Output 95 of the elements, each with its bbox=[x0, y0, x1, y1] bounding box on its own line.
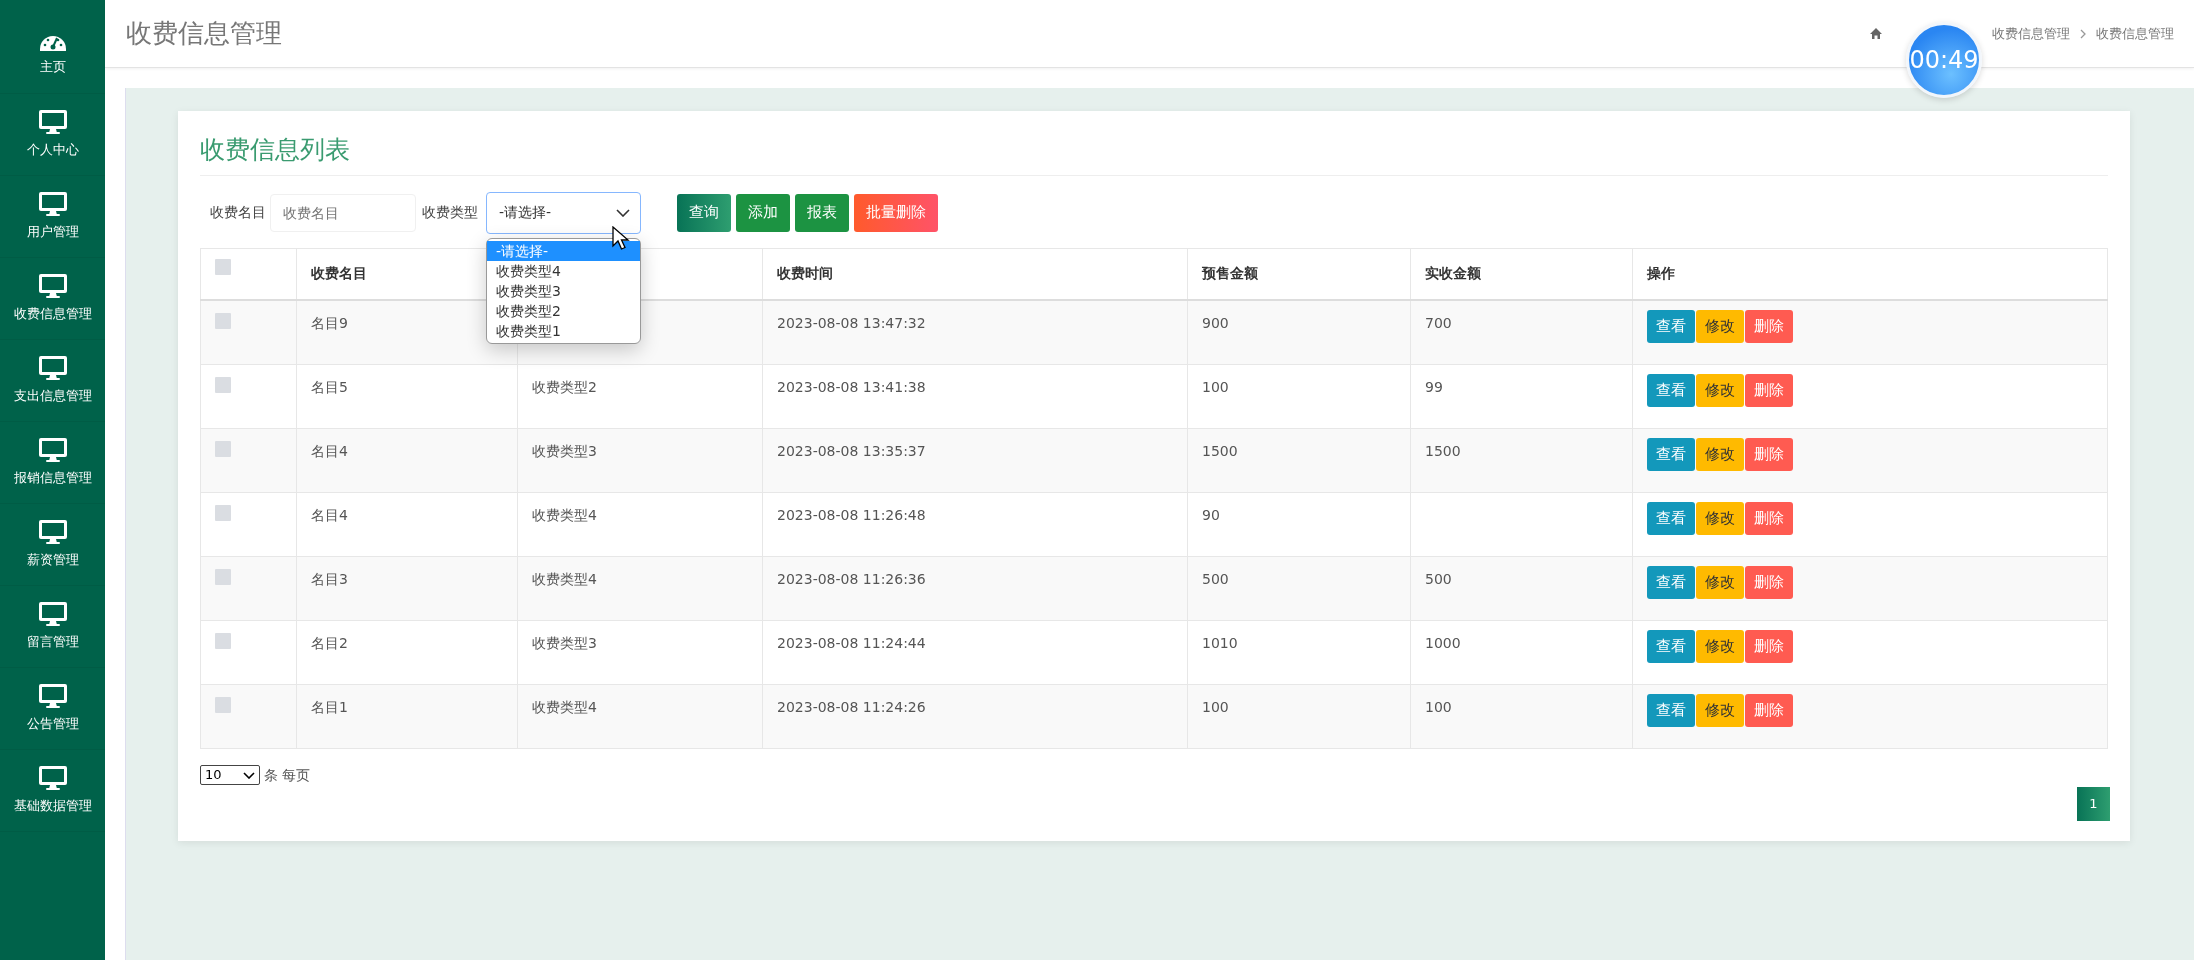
table-cell: 90 bbox=[1202, 506, 1220, 523]
select-field[interactable]: -请选择- bbox=[486, 191, 641, 234]
field-label: 收费类型 bbox=[422, 203, 478, 222]
checkbox[interactable] bbox=[215, 258, 231, 275]
checkbox[interactable] bbox=[215, 504, 231, 521]
table-cell: 500 bbox=[1425, 570, 1452, 587]
sidebar-item[interactable]: 公告管理 bbox=[0, 668, 105, 750]
search-button[interactable]: 查询 bbox=[677, 193, 731, 232]
table-cell: 2023-08-08 13:35:37 bbox=[777, 442, 926, 459]
chevron-icon bbox=[2080, 28, 2086, 39]
column-header: 收费名目 bbox=[311, 265, 367, 282]
sidebar-item[interactable]: 支出信息管理 bbox=[0, 340, 105, 422]
edit-button[interactable]: 修改 bbox=[1696, 629, 1744, 663]
table-cell: 名目5 bbox=[311, 378, 348, 395]
table-cell: 名目4 bbox=[311, 506, 348, 523]
monitor-icon bbox=[38, 273, 67, 298]
page-title: 收费信息管理 bbox=[126, 17, 282, 50]
table-cell: 名目4 bbox=[311, 442, 348, 459]
timer-badge: 00:49 bbox=[1906, 22, 1982, 98]
sidebar-item[interactable]: 基础数据管理 bbox=[0, 750, 105, 832]
table-cell: 100 bbox=[1425, 698, 1452, 715]
checkbox[interactable] bbox=[215, 632, 231, 649]
dropdown-option[interactable]: 收费类型2 bbox=[487, 300, 640, 321]
checkbox[interactable] bbox=[215, 376, 231, 393]
home-icon bbox=[1870, 28, 1882, 39]
table-cell: 收费类型3 bbox=[532, 634, 597, 651]
table-cell: 1010 bbox=[1202, 634, 1238, 651]
checkbox[interactable] bbox=[215, 696, 231, 713]
column-header: 实收金额 bbox=[1425, 265, 1481, 282]
breadcrumb-link[interactable]: 收费信息管理 bbox=[1992, 23, 2070, 44]
table-cell: 100 bbox=[1202, 378, 1229, 395]
table-cell: 1500 bbox=[1202, 442, 1238, 459]
column-header: 收费时间 bbox=[777, 265, 833, 282]
sidebar-item[interactable]: 主页 bbox=[0, 12, 105, 94]
edit-button[interactable]: 修改 bbox=[1696, 373, 1744, 407]
table-cell: 名目2 bbox=[311, 634, 348, 651]
monitor-icon bbox=[38, 109, 67, 134]
monitor-icon bbox=[38, 437, 67, 462]
sidebar-item[interactable]: 报销信息管理 bbox=[0, 422, 105, 504]
table-cell: 2023-08-08 13:41:38 bbox=[777, 378, 926, 395]
monitor-icon bbox=[38, 355, 67, 380]
monitor-icon bbox=[38, 519, 67, 544]
sidebar-item[interactable]: 用户管理 bbox=[0, 176, 105, 258]
edit-button[interactable]: 修改 bbox=[1696, 310, 1744, 343]
table-cell: 2023-08-08 11:26:48 bbox=[777, 506, 926, 523]
edit-button[interactable]: 修改 bbox=[1696, 437, 1744, 471]
table-cell: 100 bbox=[1202, 698, 1229, 715]
field-label: 收费名目 bbox=[210, 203, 266, 222]
table-cell: 2023-08-08 13:47:32 bbox=[777, 315, 926, 331]
column-header: 操作 bbox=[1647, 265, 1675, 282]
monitor-icon bbox=[38, 191, 67, 216]
dropdown-option[interactable]: 收费类型1 bbox=[487, 320, 640, 341]
edit-button[interactable]: 修改 bbox=[1696, 565, 1744, 599]
page-size-label: 条 每页 bbox=[264, 765, 311, 785]
page-button[interactable]: 1 bbox=[2077, 786, 2110, 821]
add-button[interactable]: 添加 bbox=[736, 193, 790, 232]
table-cell: 1000 bbox=[1425, 634, 1461, 651]
sidebar-item[interactable]: 收费信息管理 bbox=[0, 258, 105, 340]
table-cell: 名目9 bbox=[311, 315, 348, 331]
card-title: 收费信息列表 bbox=[200, 131, 2108, 176]
table-cell: 名目1 bbox=[311, 698, 348, 715]
page-size-select[interactable]: 10 bbox=[200, 765, 260, 785]
table-cell: 99 bbox=[1425, 378, 1443, 395]
sidebar-item[interactable]: 留言管理 bbox=[0, 586, 105, 668]
sidebar-item[interactable]: 个人中心 bbox=[0, 94, 105, 176]
edit-button[interactable]: 修改 bbox=[1696, 501, 1744, 535]
checkbox[interactable] bbox=[215, 568, 231, 585]
table-cell: 900 bbox=[1202, 315, 1229, 331]
report-button[interactable]: 报表 bbox=[795, 193, 849, 232]
table-cell: 700 bbox=[1425, 315, 1452, 331]
sidebar-item[interactable]: 薪资管理 bbox=[0, 504, 105, 586]
breadcrumb-link[interactable]: 收费信息管理 bbox=[2096, 23, 2174, 44]
monitor-icon bbox=[38, 683, 67, 708]
table-cell: 500 bbox=[1202, 570, 1229, 587]
dropdown-option[interactable]: 收费类型3 bbox=[487, 280, 640, 301]
table-cell: 1500 bbox=[1425, 442, 1461, 459]
caret-icon bbox=[243, 771, 255, 779]
monitor-icon bbox=[38, 601, 67, 626]
input-field[interactable]: 收费名目 bbox=[270, 193, 416, 232]
table-cell: 收费类型4 bbox=[532, 506, 597, 523]
table-cell: 收费类型2 bbox=[532, 378, 597, 395]
column-header: 预售金额 bbox=[1202, 265, 1258, 282]
table-cell: 收费类型3 bbox=[532, 442, 597, 459]
table-cell: 2023-08-08 11:26:36 bbox=[777, 570, 926, 587]
table-cell: 2023-08-08 11:24:26 bbox=[777, 698, 926, 715]
caret-icon bbox=[616, 208, 630, 217]
dropdown-option[interactable]: 收费类型4 bbox=[487, 260, 640, 281]
monitor-icon bbox=[38, 765, 67, 790]
edit-button[interactable]: 修改 bbox=[1696, 693, 1744, 727]
table-cell: 2023-08-08 11:24:44 bbox=[777, 634, 926, 651]
table-cell: 名目3 bbox=[311, 570, 348, 587]
table-cell: 收费类型4 bbox=[532, 698, 597, 715]
checkbox[interactable] bbox=[215, 313, 231, 329]
table-cell: 收费类型4 bbox=[532, 570, 597, 587]
checkbox[interactable] bbox=[215, 440, 231, 457]
